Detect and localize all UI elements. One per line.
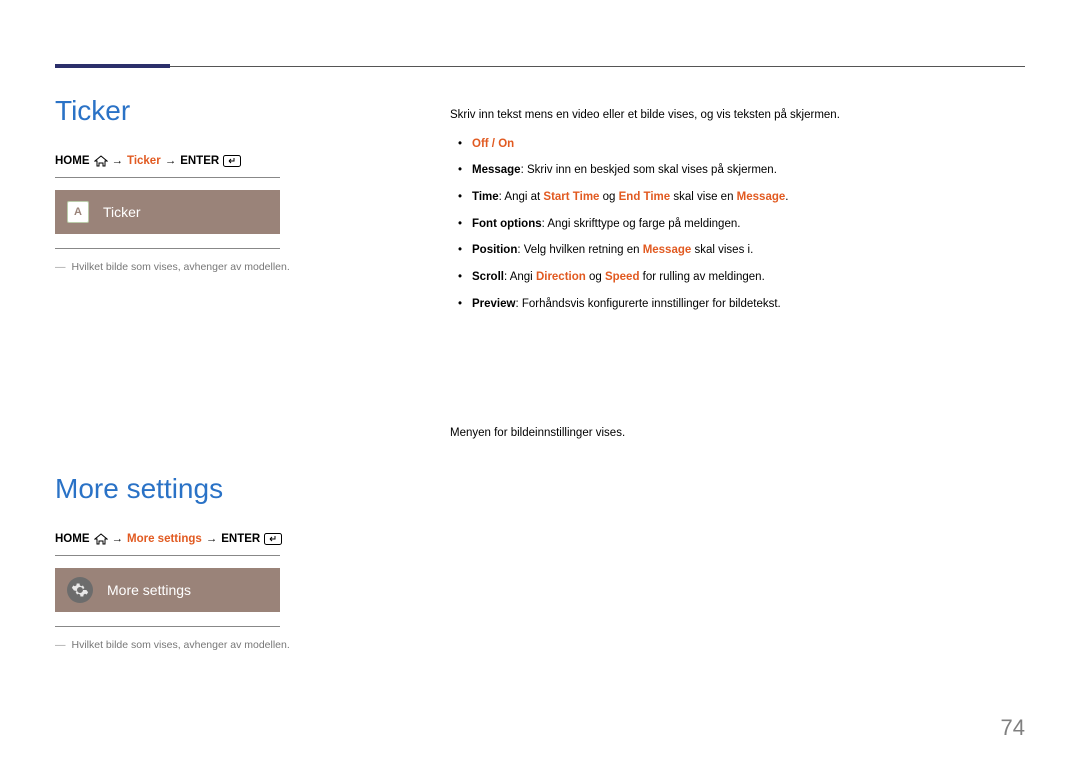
list-item: Preview: Forhåndsvis konfigurerte innsti… [450, 294, 1010, 315]
position-label: Position [472, 244, 517, 256]
divider [55, 177, 280, 178]
more-settings-intro: Menyen for bildeinnstillinger vises. [450, 427, 1010, 439]
path-home-label: HOME [55, 155, 90, 167]
ticker-nav-path: HOME → Ticker → ENTER [55, 155, 410, 167]
divider [55, 248, 280, 249]
time-t4: . [785, 191, 788, 203]
path-enter-label: ENTER [180, 155, 219, 167]
scroll-t3: for rulling av meldingen. [639, 271, 764, 283]
ticker-heading: Ticker [55, 95, 410, 127]
arrow-icon: → [112, 533, 124, 545]
message-text: : Skriv inn en beskjed som skal vises på… [521, 164, 777, 176]
off-on-label: Off / On [472, 138, 514, 150]
scroll-t2: og [586, 271, 605, 283]
font-label: Font options [472, 218, 542, 230]
path-target-label: More settings [127, 533, 202, 545]
home-icon [94, 533, 108, 545]
list-item: Scroll: Angi Direction og Speed for rull… [450, 267, 1010, 288]
enter-icon [223, 155, 241, 167]
home-icon [94, 155, 108, 167]
more-settings-tile-label: More settings [107, 582, 191, 598]
ticker-tile-icon-letter: A [74, 206, 82, 218]
path-home-label: HOME [55, 533, 90, 545]
ticker-tile: A Ticker [55, 190, 280, 234]
scroll-spd: Speed [605, 271, 640, 283]
preview-label: Preview [472, 298, 515, 310]
page-number: 74 [1001, 715, 1025, 741]
arrow-icon: → [165, 155, 177, 167]
time-label: Time [472, 191, 499, 203]
more-settings-tile: More settings [55, 568, 280, 612]
path-target-label: Ticker [127, 155, 161, 167]
more-settings-section: More settings HOME → More settings → ENT… [55, 473, 410, 651]
pos-msg: Message [643, 244, 692, 256]
ticker-note: Hvilket bilde som vises, avhenger av mod… [55, 261, 410, 273]
list-item: Time: Angi at Start Time og End Time ska… [450, 187, 1010, 208]
message-label: Message [472, 164, 521, 176]
enter-icon [264, 533, 282, 545]
gear-icon [67, 577, 93, 603]
more-settings-body: Menyen for bildeinnstillinger vises. [450, 427, 1010, 439]
list-item: Position: Velg hvilken retning en Messag… [450, 240, 1010, 261]
path-enter-label: ENTER [221, 533, 260, 545]
time-t1: : Angi at [499, 191, 544, 203]
header-rule-accent [55, 64, 170, 68]
font-text: : Angi skrifttype og farge på meldingen. [542, 218, 741, 230]
ticker-list: Off / On Message: Skriv inn en beskjed s… [450, 134, 1010, 315]
time-start: Start Time [543, 191, 599, 203]
time-t3: skal vise en [670, 191, 736, 203]
more-settings-note: Hvilket bilde som vises, avhenger av mod… [55, 639, 410, 651]
ticker-note-text: Hvilket bilde som vises, avhenger av mod… [72, 261, 290, 273]
preview-text: : Forhåndsvis konfigurerte innstillinger… [515, 298, 780, 310]
arrow-icon: → [112, 155, 124, 167]
left-column: Ticker HOME → Ticker → ENTER A Ticker Hv… [55, 95, 410, 651]
arrow-icon: → [206, 533, 218, 545]
ticker-tile-label: Ticker [103, 204, 141, 220]
pos-t2: skal vises i. [691, 244, 753, 256]
more-settings-note-text: Hvilket bilde som vises, avhenger av mod… [72, 639, 290, 651]
ticker-body: Skriv inn tekst mens en video eller et b… [450, 105, 1010, 321]
divider [55, 555, 280, 556]
scroll-dir: Direction [536, 271, 586, 283]
list-item: Font options: Angi skrifttype og farge p… [450, 214, 1010, 235]
scroll-t1: : Angi [504, 271, 536, 283]
ticker-intro: Skriv inn tekst mens en video eller et b… [450, 105, 1010, 126]
more-settings-nav-path: HOME → More settings → ENTER [55, 533, 410, 545]
list-item: Message: Skriv inn en beskjed som skal v… [450, 160, 1010, 181]
more-settings-heading: More settings [55, 473, 410, 505]
time-msg: Message [737, 191, 786, 203]
divider [55, 626, 280, 627]
scroll-label: Scroll [472, 271, 504, 283]
list-item: Off / On [450, 134, 1010, 155]
ticker-tile-icon: A [67, 201, 89, 223]
time-t2: og [599, 191, 618, 203]
pos-t1: : Velg hvilken retning en [517, 244, 642, 256]
header-rule [55, 66, 1025, 67]
time-end: End Time [619, 191, 671, 203]
